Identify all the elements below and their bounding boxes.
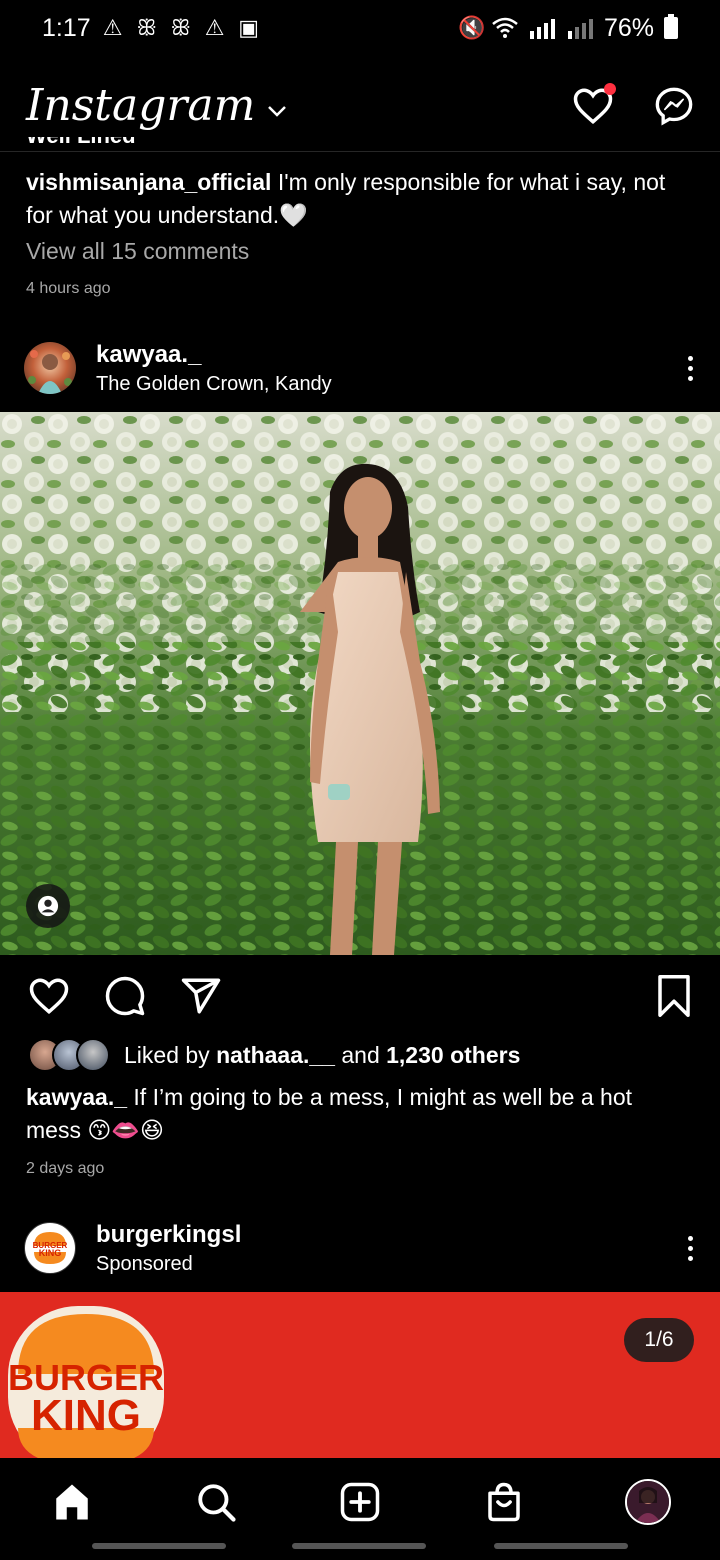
avatar[interactable] xyxy=(24,342,76,394)
nav-home[interactable] xyxy=(44,1474,100,1530)
liked-by-count[interactable]: 1,230 others xyxy=(386,1042,520,1069)
caption-username[interactable]: vishmisanjana_official xyxy=(26,169,271,195)
burger-king-logo: BURGER KING xyxy=(33,1232,68,1264)
gesture-bar xyxy=(92,1543,226,1549)
app-notification-icon: ꕥ xyxy=(170,15,191,40)
like-heart-icon[interactable] xyxy=(28,975,70,1017)
nav-create[interactable] xyxy=(332,1474,388,1530)
liked-by-prefix: Liked by xyxy=(124,1041,210,1068)
liker-avatars xyxy=(28,1038,110,1072)
view-comments-link[interactable]: View all 15 comments xyxy=(26,238,249,265)
post-timestamp: 2 days ago xyxy=(26,1160,105,1177)
nav-search[interactable] xyxy=(188,1474,244,1530)
image-icon: ▣ xyxy=(238,15,260,40)
notifications-button[interactable] xyxy=(572,82,616,127)
liked-by-and: and xyxy=(341,1041,380,1068)
chevron-down-icon[interactable] xyxy=(267,104,287,118)
app-notification-icon: ꕥ xyxy=(136,15,157,40)
avatar[interactable]: BURGER KING xyxy=(24,1222,76,1274)
cut-off-text: Well Lined xyxy=(26,137,226,153)
ad-carousel[interactable]: BURGER KING 1/6 xyxy=(0,1292,720,1458)
gesture-bar xyxy=(494,1543,628,1549)
likes-summary[interactable]: Liked by nathaaa.__ and 1,230 others xyxy=(28,1038,520,1072)
nav-profile[interactable] xyxy=(620,1474,676,1530)
search-icon xyxy=(198,1484,236,1522)
bk-small-line2: KING xyxy=(39,1248,62,1258)
bookmark-icon[interactable] xyxy=(656,975,692,1017)
carousel-counter: 1/6 xyxy=(624,1318,694,1362)
add-post-icon xyxy=(340,1482,380,1522)
previous-post-caption: vishmisanjana_official I'm only responsi… xyxy=(26,166,696,232)
notification-dot xyxy=(604,82,616,95)
warning-icon: ⚠ xyxy=(204,15,225,40)
warning-icon: ⚠ xyxy=(102,15,123,40)
signal-icon xyxy=(529,19,555,39)
bk-logo-line2: KING xyxy=(31,1391,141,1440)
share-icon[interactable] xyxy=(180,975,222,1017)
more-options-button[interactable] xyxy=(684,355,696,381)
avatar xyxy=(76,1038,110,1072)
post-actions xyxy=(28,975,692,1017)
post-username[interactable]: kawyaa._ xyxy=(96,341,332,369)
shopping-bag-icon xyxy=(488,1482,520,1522)
sponsored-post-header: BURGER KING burgerkingsl Sponsored xyxy=(24,1218,696,1278)
post-header: kawyaa._ The Golden Crown, Kandy xyxy=(24,338,696,398)
post-location[interactable]: The Golden Crown, Kandy xyxy=(96,373,332,396)
avatar xyxy=(625,1479,671,1525)
sponsored-label: Sponsored xyxy=(96,1252,193,1275)
instagram-logo[interactable]: Instagram xyxy=(26,80,255,131)
mute-icon: 🔇 xyxy=(457,15,486,40)
nav-shop[interactable] xyxy=(476,1474,532,1530)
post-image[interactable] xyxy=(0,412,720,955)
home-icon xyxy=(56,1484,88,1520)
sponsor-username[interactable]: burgerkingsl xyxy=(96,1221,241,1249)
more-options-button[interactable] xyxy=(684,1235,696,1261)
user-icon xyxy=(37,895,59,917)
comment-icon[interactable] xyxy=(104,975,146,1017)
messenger-icon[interactable] xyxy=(654,86,694,126)
battery-percent: 76% xyxy=(603,13,654,42)
burger-king-logo: BURGER KING xyxy=(8,1306,164,1458)
post-caption: kawyaa._ If I’m going to be a mess, I mi… xyxy=(26,1081,686,1147)
post-timestamp: 4 hours ago xyxy=(26,280,111,297)
status-bar: 1:17 ⚠ ꕥ ꕥ ⚠ ▣ 🔇 76% xyxy=(0,0,720,56)
gesture-bar xyxy=(292,1543,426,1549)
liked-by-user[interactable]: nathaaa.__ xyxy=(216,1042,335,1069)
caption-username[interactable]: kawyaa._ xyxy=(26,1084,127,1110)
battery-icon xyxy=(664,14,678,39)
clock: 1:17 xyxy=(42,13,91,42)
wifi-icon xyxy=(492,17,518,38)
signal-icon xyxy=(567,19,593,39)
tagged-users-button[interactable] xyxy=(26,884,70,928)
